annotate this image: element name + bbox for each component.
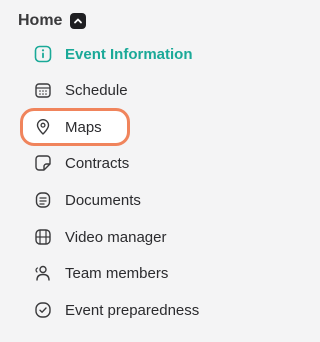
nav-label-contracts: Contracts: [65, 154, 130, 172]
nav-label-schedule: Schedule: [65, 81, 128, 99]
section-header-home: Home: [18, 12, 87, 30]
nav-label-event-information: Event Information: [65, 45, 193, 63]
nav-item-schedule[interactable]: Schedule: [20, 73, 128, 107]
nav-item-event-preparedness[interactable]: Event preparedness: [20, 293, 199, 327]
nav-item-video-manager[interactable]: Video manager: [20, 220, 166, 254]
nav-label-video-manager: Video manager: [65, 228, 167, 246]
nav-item-contracts[interactable]: Contracts: [20, 146, 129, 180]
calendar-icon: [34, 81, 52, 99]
nav-label-maps: Maps: [65, 118, 102, 136]
chevron-up-icon: [74, 18, 83, 24]
document-icon: [34, 191, 52, 209]
nav-item-team-members[interactable]: Team members: [20, 256, 168, 290]
nav-item-event-information[interactable]: Event Information: [20, 37, 193, 71]
sidebar-panel: Home Event Information Schedule Maps Con…: [0, 0, 251, 342]
section-title: Home: [18, 12, 63, 29]
video-icon: [34, 228, 52, 246]
collapse-toggle-button[interactable]: [70, 13, 87, 29]
check-circle-icon: [34, 301, 52, 319]
nav-label-event-preparedness: Event preparedness: [65, 301, 200, 319]
info-icon: [34, 45, 52, 63]
map-pin-icon: [34, 118, 52, 136]
team-icon: [34, 264, 52, 282]
nav-label-documents: Documents: [65, 191, 141, 209]
nav-item-documents[interactable]: Documents: [20, 183, 141, 217]
contract-icon: [34, 154, 52, 172]
nav-item-maps[interactable]: Maps: [20, 108, 130, 146]
nav-label-team-members: Team members: [65, 264, 169, 282]
